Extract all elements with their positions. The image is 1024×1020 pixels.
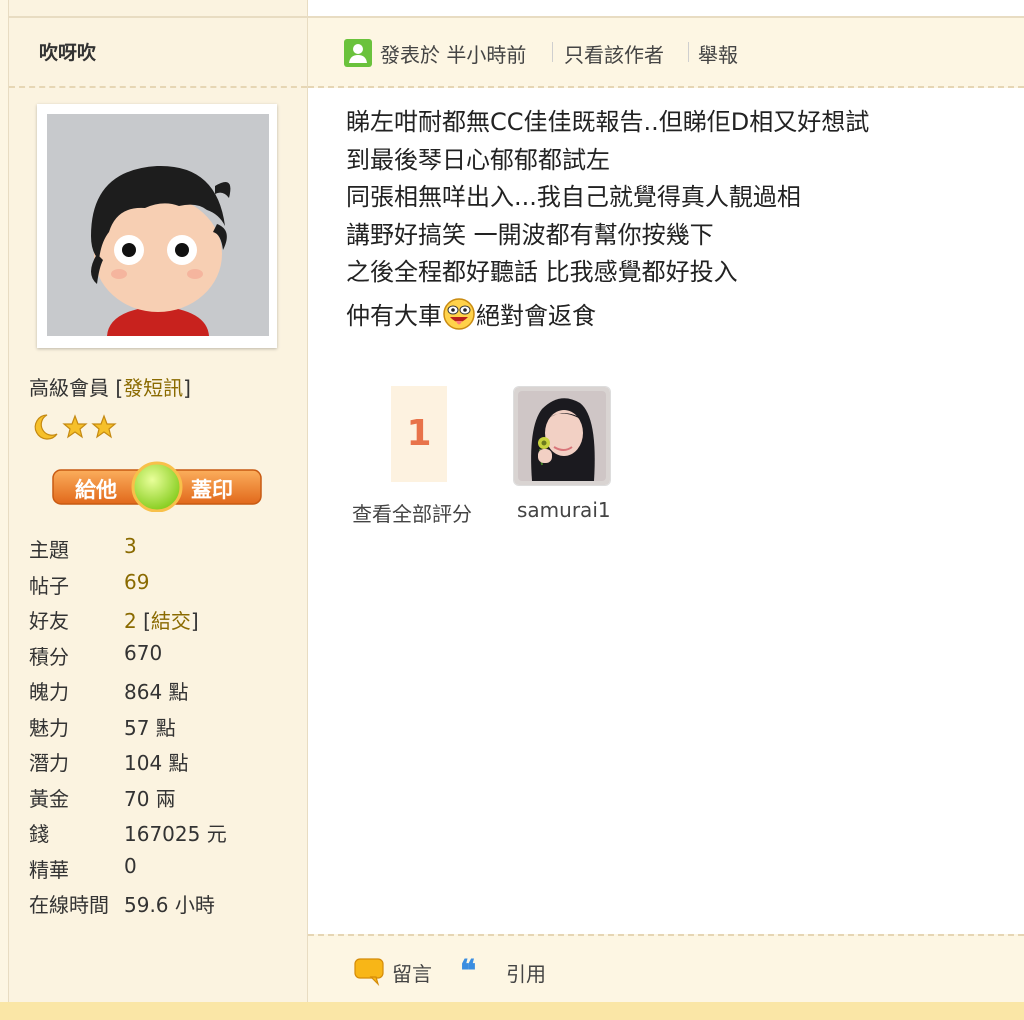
rank-label: 高級會員 <box>29 376 109 400</box>
rating-count[interactable]: 1 <box>391 386 447 482</box>
star-icon <box>91 414 117 439</box>
report-link[interactable]: 舉報 <box>698 39 738 68</box>
divider <box>688 42 689 62</box>
post-line: 講野好搞笑 一開波都有幫你按幾下 <box>346 220 714 249</box>
post-line: 同張相無咩出入...我自己就覺得真人靚過相 <box>346 183 801 211</box>
post-line: 到最後琴日心郁郁都試左 <box>346 145 610 174</box>
send-pm-link[interactable]: 發短訊 <box>123 376 183 400</box>
post-content: 睇左咁耐都無CC佳佳既報告..但睇佢D相又好想試 到最後琴日心郁郁都試左 同張相… <box>346 104 986 340</box>
star-icon <box>62 414 88 439</box>
forum-post-page: 吹呀吹 高級會員 [發短訊] 給他 蓋印 主題 3 帖子 69 好友 2 [結交… <box>0 0 1024 1020</box>
post-footer: 留言 ❝ 引用 <box>308 934 1024 1004</box>
post-line: 仲有大車 絕對會返食 <box>346 292 986 340</box>
top-divider <box>308 0 1024 18</box>
stamp-button[interactable]: 給他 蓋印 <box>51 460 263 513</box>
bracket-close: ] <box>183 376 191 400</box>
post-panel: 發表於 半小時前 只看該作者 舉報 睇左咁耐都無CC佳佳既報告..但睇佢D相又好… <box>308 0 1024 1004</box>
drooling-emoji-icon <box>442 297 476 331</box>
username-row: 吹呀吹 <box>9 18 307 88</box>
post-time: 發表於 半小時前 <box>380 43 527 67</box>
rater-username[interactable]: samurai1 <box>517 498 611 522</box>
stamp-right-label: 蓋印 <box>191 478 233 502</box>
quote-icon[interactable]: ❝ <box>460 954 476 989</box>
author-sidebar: 吹呀吹 高級會員 [發短訊] 給他 蓋印 主題 3 帖子 69 好友 2 [結交… <box>8 0 309 1002</box>
rater-avatar[interactable] <box>513 386 611 486</box>
stamp-left-label: 給他 <box>75 478 117 502</box>
rank-stars <box>29 412 129 442</box>
avatar-image <box>47 114 269 336</box>
member-rank: 高級會員 [發短訊] <box>29 372 191 401</box>
author-only-link[interactable]: 只看該作者 <box>564 39 664 68</box>
page-bottom-bar <box>0 1002 1024 1020</box>
online-status-icon <box>344 39 372 67</box>
moon-icon <box>34 414 58 440</box>
top-divider <box>9 0 307 18</box>
bracket-open: [ <box>115 376 124 400</box>
avatar[interactable] <box>37 104 277 348</box>
post-line: 之後全程都好聽話 比我感覺都好投入 <box>346 258 738 286</box>
author-username[interactable]: 吹呀吹 <box>39 38 96 65</box>
post-line: 睇左咁耐都無CC佳佳既報告..但睇佢D相又好想試 <box>346 108 870 136</box>
add-friend-link[interactable]: 結交 <box>151 609 191 633</box>
divider <box>552 42 553 62</box>
friends-count[interactable]: 2 <box>124 609 137 633</box>
post-header: 發表於 半小時前 只看該作者 舉報 <box>308 18 1024 88</box>
speech-bubble-icon[interactable] <box>354 956 384 990</box>
view-all-ratings-link[interactable]: 查看全部評分 <box>352 498 472 527</box>
reply-link[interactable]: 留言 <box>392 958 432 987</box>
quote-link[interactable]: 引用 <box>506 958 546 987</box>
